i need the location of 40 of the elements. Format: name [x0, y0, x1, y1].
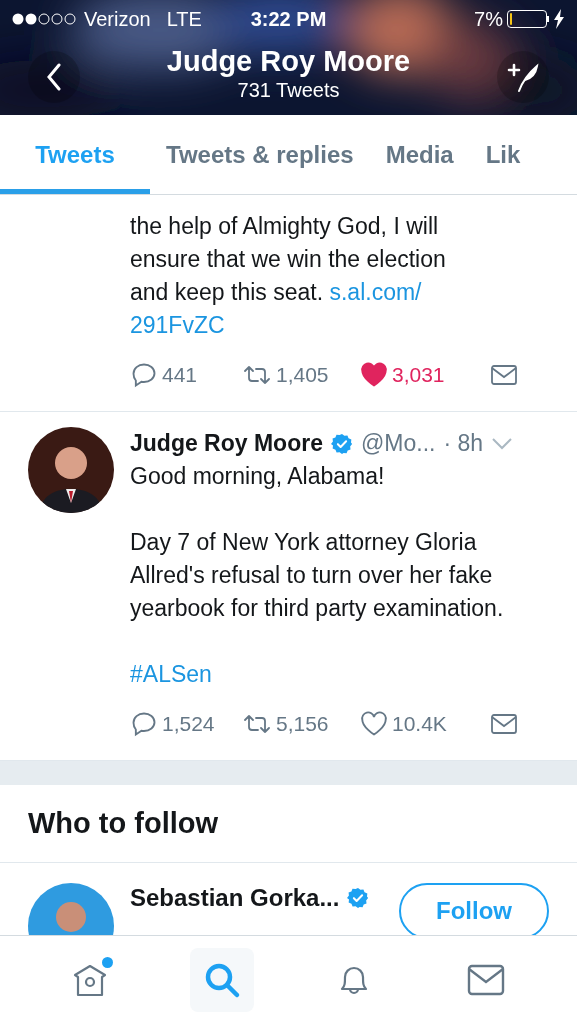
profile-tab[interactable]: Lik — [469, 115, 537, 194]
tweet-time: · 8h — [443, 429, 484, 458]
account-name[interactable]: Sebastian Gorka... — [130, 880, 340, 916]
retweet-count: 1,405 — [276, 362, 329, 388]
author-name[interactable]: Judge Roy Moore — [130, 427, 323, 460]
heart-icon[interactable] — [360, 710, 388, 737]
profile-name: Judge Roy Moore — [166, 43, 411, 78]
profile-tab[interactable]: Media — [369, 115, 470, 194]
clock: 3:22 PM — [250, 7, 327, 32]
back-icon — [46, 62, 62, 91]
back-button[interactable] — [28, 50, 80, 103]
tweet-count: 731 Tweets — [237, 77, 340, 102]
tweet-text: and keep this seat. — [130, 279, 324, 305]
tweet-text: the help of Almighty God, I will — [130, 212, 440, 241]
like-count: 3,031 — [392, 362, 445, 388]
tweet-text: Day 7 of New York attorney Gloria Allred's refusal to turn over her fake yearbook for third party examination. — [130, 528, 505, 623]
section-title: Who to follow — [28, 805, 219, 841]
profile-tab[interactable]: Tweets & replies — [150, 115, 370, 194]
carrier-name: Verizon — [84, 7, 151, 32]
hashtag-link[interactable]: #ALSen — [130, 658, 212, 691]
heart-icon[interactable] — [360, 361, 388, 388]
compose-button[interactable] — [497, 50, 549, 103]
mail-icon[interactable] — [490, 362, 518, 387]
mail-icon[interactable] — [490, 711, 518, 736]
author-handle: @Mo... — [360, 429, 436, 458]
nav-tab[interactable] — [189, 948, 254, 1012]
network-type: LTE — [166, 7, 202, 32]
signal-icon — [12, 13, 76, 25]
reply-count: 441 — [162, 362, 198, 388]
tweet-link[interactable]: s.al.com/ — [329, 279, 422, 305]
battery-percent: 7% — [474, 7, 503, 32]
tweet-text: Good morning, Alabama! — [130, 462, 386, 491]
tweet-text: ensure that we win the election — [130, 245, 447, 274]
retweet-count: 5,156 — [276, 711, 329, 737]
reply-count: 1,524 — [162, 711, 215, 737]
tweet-link[interactable]: 291FvZC — [130, 309, 225, 342]
battery-icon — [507, 10, 549, 28]
like-count: 10.4K — [392, 711, 447, 737]
profile-tab[interactable]: Tweets — [0, 115, 150, 194]
mail-icon[interactable] — [466, 963, 507, 997]
